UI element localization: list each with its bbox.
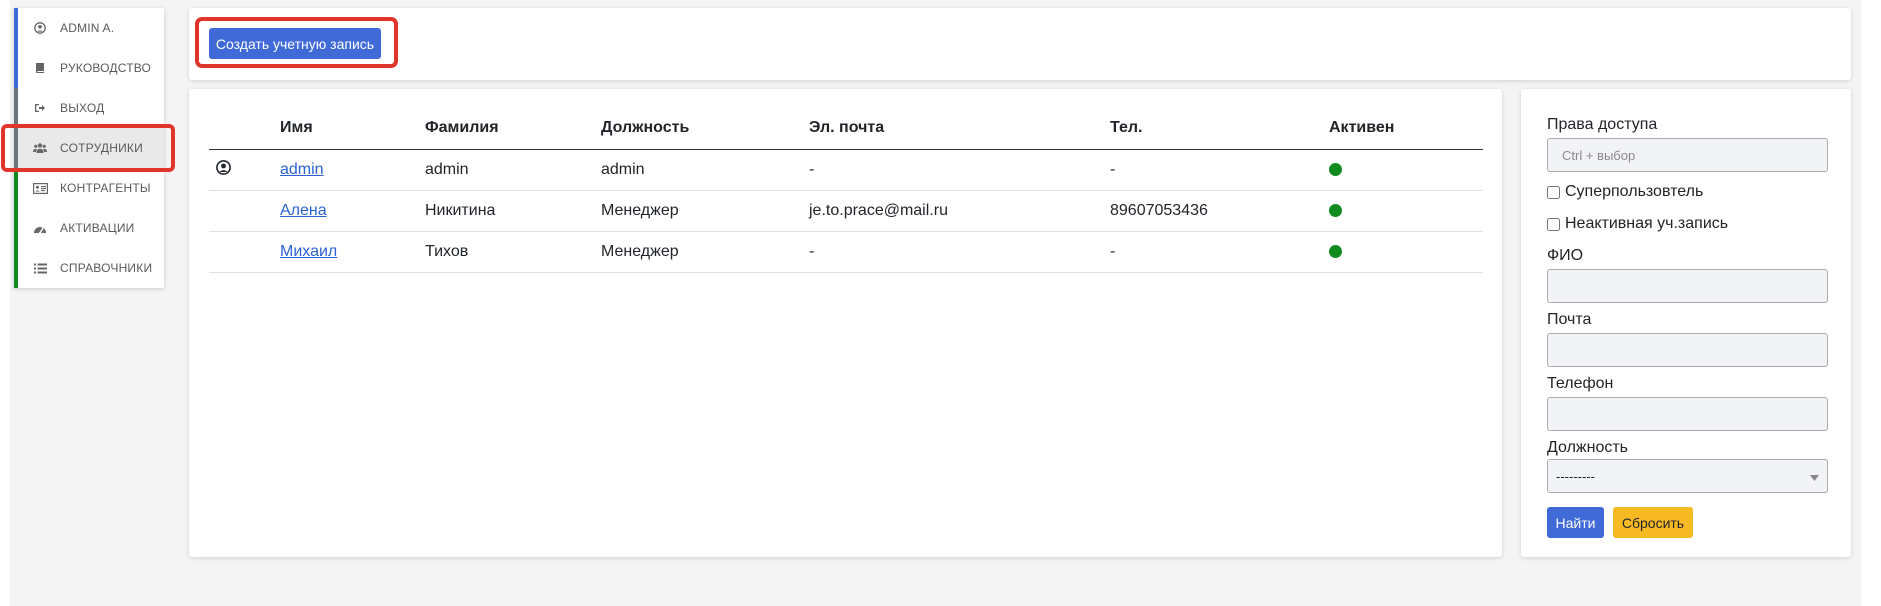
cell-last-name: admin <box>425 149 601 191</box>
list-icon <box>32 260 48 276</box>
mail-label: Почта <box>1547 311 1592 328</box>
page-right-strip <box>1861 0 1881 606</box>
current-user-cell <box>209 149 280 191</box>
cell-active <box>1329 149 1483 191</box>
header-icon-col <box>209 107 280 150</box>
create-account-button[interactable]: Создать учетную запись <box>209 28 381 59</box>
sidebar-item-employees[interactable]: СОТРУДНИКИ <box>14 128 164 168</box>
table-header-row: Имя Фамилия Должность Эл. почта Тел. Акт… <box>209 107 1483 150</box>
cell-position: Менеджер <box>601 231 809 273</box>
current-user-cell <box>209 231 280 273</box>
superuser-label: Суперпользовтель <box>1565 183 1704 200</box>
sidebar-item-guide[interactable]: РУКОВОДСТВО <box>14 48 164 88</box>
cell-email: - <box>809 149 1110 191</box>
users-table-card: Имя Фамилия Должность Эл. почта Тел. Акт… <box>189 89 1502 557</box>
cell-email: je.to.prace@mail.ru <box>809 190 1110 232</box>
header-last-name: Фамилия <box>425 107 601 150</box>
phone-input[interactable] <box>1547 397 1828 431</box>
cell-position: admin <box>601 149 809 191</box>
fio-label: ФИО <box>1547 247 1584 264</box>
access-rights-select[interactable] <box>1547 138 1828 172</box>
position-select[interactable]: --------- <box>1547 459 1828 493</box>
header-phone: Тел. <box>1110 107 1329 150</box>
cell-position: Менеджер <box>601 190 809 232</box>
users-table: Имя Фамилия Должность Эл. почта Тел. Акт… <box>209 107 1483 273</box>
mail-input[interactable] <box>1547 333 1828 367</box>
sidebar-accent-bar <box>14 128 18 168</box>
inactive-account-checkbox[interactable] <box>1547 217 1560 231</box>
header-first-name: Имя <box>280 107 425 150</box>
cell-email: - <box>809 231 1110 273</box>
sidebar-item-user[interactable]: ADMIN A. <box>14 8 164 48</box>
sidebar-item-directories[interactable]: СПРАВОЧНИКИ <box>14 248 164 288</box>
cell-first-name: Михаил <box>280 231 425 273</box>
cell-phone: 89607053436 <box>1110 190 1329 232</box>
sidebar-item-counterparties[interactable]: КОНТРАГЕНТЫ <box>14 168 164 208</box>
reset-button[interactable]: Сбросить <box>1613 507 1693 538</box>
active-status-dot <box>1329 245 1342 259</box>
header-position: Должность <box>601 107 809 150</box>
superuser-checkbox[interactable] <box>1547 185 1560 199</box>
cell-last-name: Тихов <box>425 231 601 273</box>
inactive-checkbox-row[interactable]: Неактивная уч.запись <box>1547 215 1728 233</box>
header-email: Эл. почта <box>809 107 1110 150</box>
table-row: Михаил Тихов Менеджер - - <box>209 231 1483 273</box>
phone-label: Телефон <box>1547 375 1614 392</box>
toolbar-card: Создать учетную запись <box>189 8 1851 80</box>
sidebar: ADMIN A. РУКОВОДСТВО ВЫХОД СОТРУДНИКИ КО… <box>14 8 164 288</box>
users-icon <box>32 140 48 156</box>
sidebar-accent-bar <box>14 48 18 88</box>
superuser-checkbox-row[interactable]: Суперпользовтель <box>1547 183 1703 201</box>
inactive-account-label: Неактивная уч.запись <box>1565 215 1729 232</box>
active-status-dot <box>1329 163 1342 177</box>
cell-phone: - <box>1110 149 1329 191</box>
current-user-cell <box>209 190 280 232</box>
user-link-admin[interactable]: admin <box>280 161 324 178</box>
sidebar-item-label: РУКОВОДСТВО <box>60 61 152 75</box>
sidebar-item-label: СОТРУДНИКИ <box>60 141 143 155</box>
position-selected-value: --------- <box>1556 468 1595 484</box>
cell-first-name: admin <box>280 149 425 191</box>
access-rights-label: Права доступа <box>1547 116 1658 133</box>
user-link-mikhail[interactable]: Михаил <box>280 243 337 260</box>
position-label: Должность <box>1547 439 1628 456</box>
sign-out-icon <box>32 100 48 116</box>
sidebar-item-label: ВЫХОД <box>60 101 105 115</box>
sidebar-item-label: КОНТРАГЕНТЫ <box>60 181 151 195</box>
active-status-dot <box>1329 204 1342 218</box>
sidebar-item-label: АКТИВАЦИИ <box>60 221 135 235</box>
cell-last-name: Никитина <box>425 190 601 232</box>
fio-input[interactable] <box>1547 269 1828 303</box>
sidebar-accent-bar <box>14 168 18 208</box>
sidebar-item-label: СПРАВОЧНИКИ <box>60 261 153 275</box>
sidebar-accent-bar <box>14 88 18 128</box>
table-row: Алена Никитина Менеджер je.to.prace@mail… <box>209 190 1483 232</box>
sidebar-accent-bar <box>14 208 18 248</box>
find-button[interactable]: Найти <box>1547 507 1604 538</box>
book-icon <box>32 60 48 76</box>
table-row: admin admin admin - - <box>209 149 1483 191</box>
filter-panel: Права доступа Суперпользовтель Неактивна… <box>1521 89 1851 557</box>
current-user-icon <box>216 160 231 179</box>
user-circle-icon <box>32 20 48 36</box>
header-active: Активен <box>1329 107 1483 150</box>
cell-first-name: Алена <box>280 190 425 232</box>
dashboard-icon <box>32 220 48 236</box>
address-card-icon <box>32 180 48 196</box>
sidebar-accent-bar <box>14 8 18 48</box>
sidebar-item-label: ADMIN A. <box>60 21 115 35</box>
page-left-strip <box>0 0 10 606</box>
sidebar-item-activations[interactable]: АКТИВАЦИИ <box>14 208 164 248</box>
cell-active <box>1329 190 1483 232</box>
cell-active <box>1329 231 1483 273</box>
cell-phone: - <box>1110 231 1329 273</box>
user-link-alena[interactable]: Алена <box>280 202 327 219</box>
sidebar-accent-bar <box>14 248 18 288</box>
caret-down-icon <box>1810 469 1819 484</box>
sidebar-item-logout[interactable]: ВЫХОД <box>14 88 164 128</box>
